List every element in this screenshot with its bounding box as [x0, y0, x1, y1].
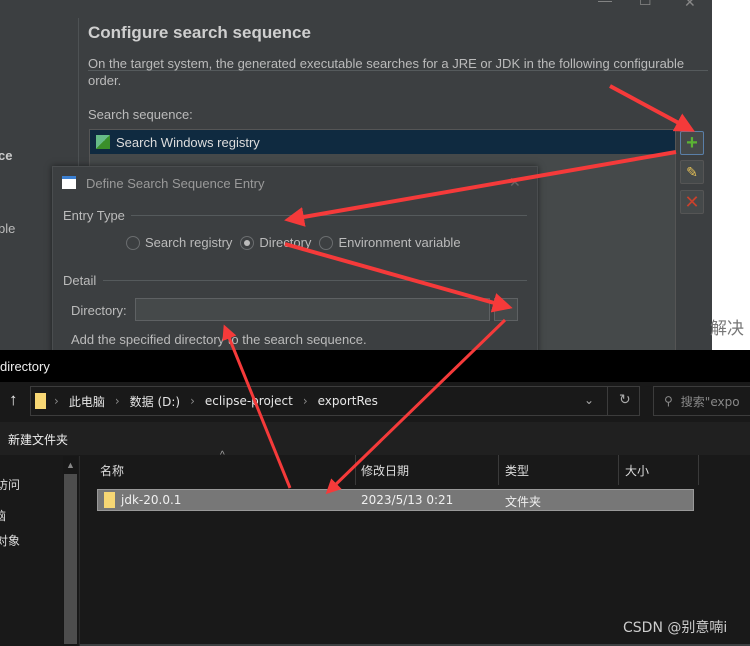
arrow-to-entry-type: [284, 150, 677, 227]
annotation-arrows: [222, 84, 696, 495]
arrow-to-add-button: [609, 84, 696, 132]
arrow-to-directory-input: [222, 324, 292, 489]
arrow-to-browse-button: [284, 242, 513, 313]
arrow-to-jdk-folder: [325, 318, 507, 495]
